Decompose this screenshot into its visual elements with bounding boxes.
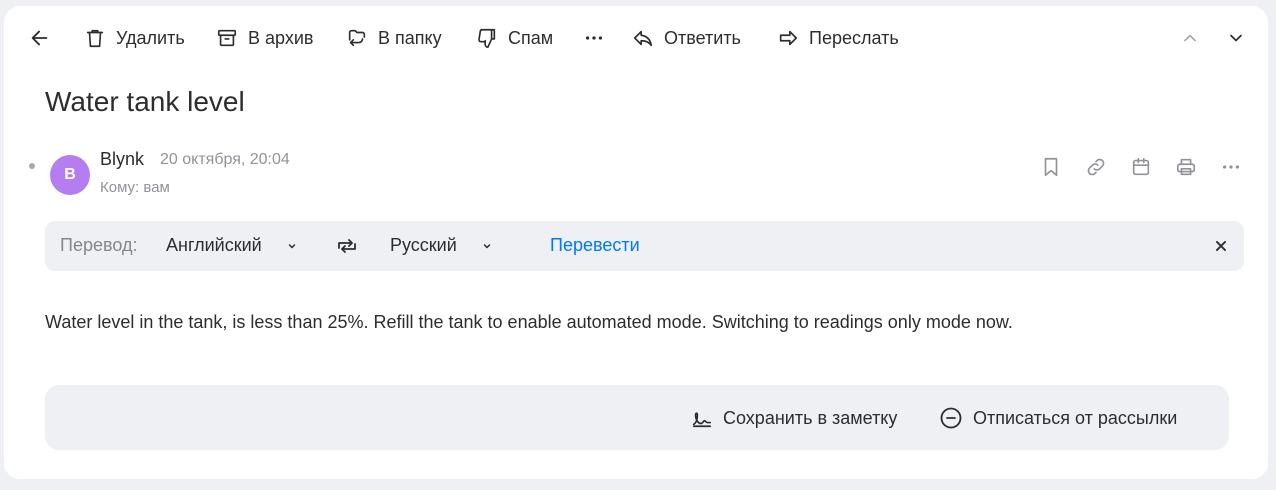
calendar-button[interactable] — [1127, 153, 1155, 181]
recipient-line[interactable]: Кому: вам — [100, 179, 170, 196]
message-subject: Water tank level — [45, 86, 245, 117]
signature-icon — [692, 412, 712, 428]
back-button[interactable] — [26, 24, 54, 52]
link-icon — [1087, 158, 1105, 176]
more-actions-button[interactable] — [580, 24, 608, 52]
move-to-folder-label: В папку — [378, 27, 442, 48]
swap-languages-icon[interactable] — [335, 234, 359, 258]
save-to-note-label: Сохранить в заметку — [723, 407, 898, 428]
move-to-folder-button[interactable]: В папку — [346, 20, 442, 56]
archive-label: В архив — [248, 27, 314, 48]
trash-icon — [86, 29, 104, 48]
reply-label: Ответить — [664, 27, 741, 48]
save-to-note-button[interactable]: Сохранить в заметку — [691, 405, 897, 431]
arrow-left-icon — [31, 30, 48, 46]
bookmark-icon — [1044, 157, 1058, 177]
previous-message-button[interactable] — [1176, 24, 1204, 52]
sender-name[interactable]: Blynk — [100, 149, 144, 170]
spam-label: Спам — [508, 27, 554, 48]
close-icon[interactable] — [1214, 239, 1228, 253]
message-date: 20 октября, 20:04 — [160, 151, 290, 168]
folder-move-icon — [348, 29, 366, 47]
spam-button[interactable]: Спам — [476, 20, 553, 56]
chevron-down-icon[interactable] — [481, 240, 493, 252]
copy-link-button[interactable] — [1082, 153, 1110, 181]
message-card: Удалить В архив В папку Спам Ответить Пе… — [4, 6, 1268, 479]
source-language-select[interactable]: Английский — [166, 235, 262, 256]
more-horizontal-icon — [1222, 165, 1240, 169]
more-horizontal-icon — [585, 36, 603, 40]
reply-icon — [633, 30, 653, 47]
message-more-button[interactable] — [1217, 153, 1245, 181]
calendar-icon — [1132, 157, 1150, 176]
thumbs-down-icon — [478, 28, 496, 48]
avatar[interactable]: B — [50, 155, 90, 195]
target-language-select[interactable]: Русский — [390, 235, 457, 256]
translate-button[interactable]: Перевести — [550, 235, 640, 256]
toolbar: Удалить В архив В папку Спам Ответить Пе… — [4, 20, 1268, 68]
minus-circle-icon — [940, 407, 962, 429]
unsubscribe-button[interactable]: Отписаться от рассылки — [939, 405, 1177, 431]
chevron-up-icon — [1184, 34, 1196, 42]
print-button[interactable] — [1172, 153, 1200, 181]
forward-button[interactable]: Переслать — [777, 20, 899, 56]
reply-button[interactable]: Ответить — [632, 20, 741, 56]
forward-icon — [779, 30, 798, 46]
chevron-down-icon[interactable] — [286, 240, 298, 252]
bookmark-button[interactable] — [1037, 153, 1065, 181]
translation-bar: Перевод: Английский Русский Перевести — [45, 221, 1244, 271]
unsubscribe-label: Отписаться от рассылки — [973, 407, 1178, 428]
archive-button[interactable]: В архив — [216, 20, 313, 56]
message-body: Water level in the tank, is less than 25… — [45, 312, 1013, 332]
chevron-down-icon — [1230, 34, 1242, 42]
delete-label: Удалить — [116, 27, 185, 48]
message-footer: Сохранить в заметку Отписаться от рассыл… — [45, 385, 1229, 450]
next-message-button[interactable] — [1222, 24, 1250, 52]
archive-icon — [217, 29, 237, 47]
delete-button[interactable]: Удалить — [84, 20, 185, 56]
forward-label: Переслать — [809, 27, 899, 48]
printer-icon — [1176, 158, 1196, 176]
unread-indicator[interactable] — [29, 163, 35, 169]
translation-label: Перевод: — [60, 235, 138, 255]
